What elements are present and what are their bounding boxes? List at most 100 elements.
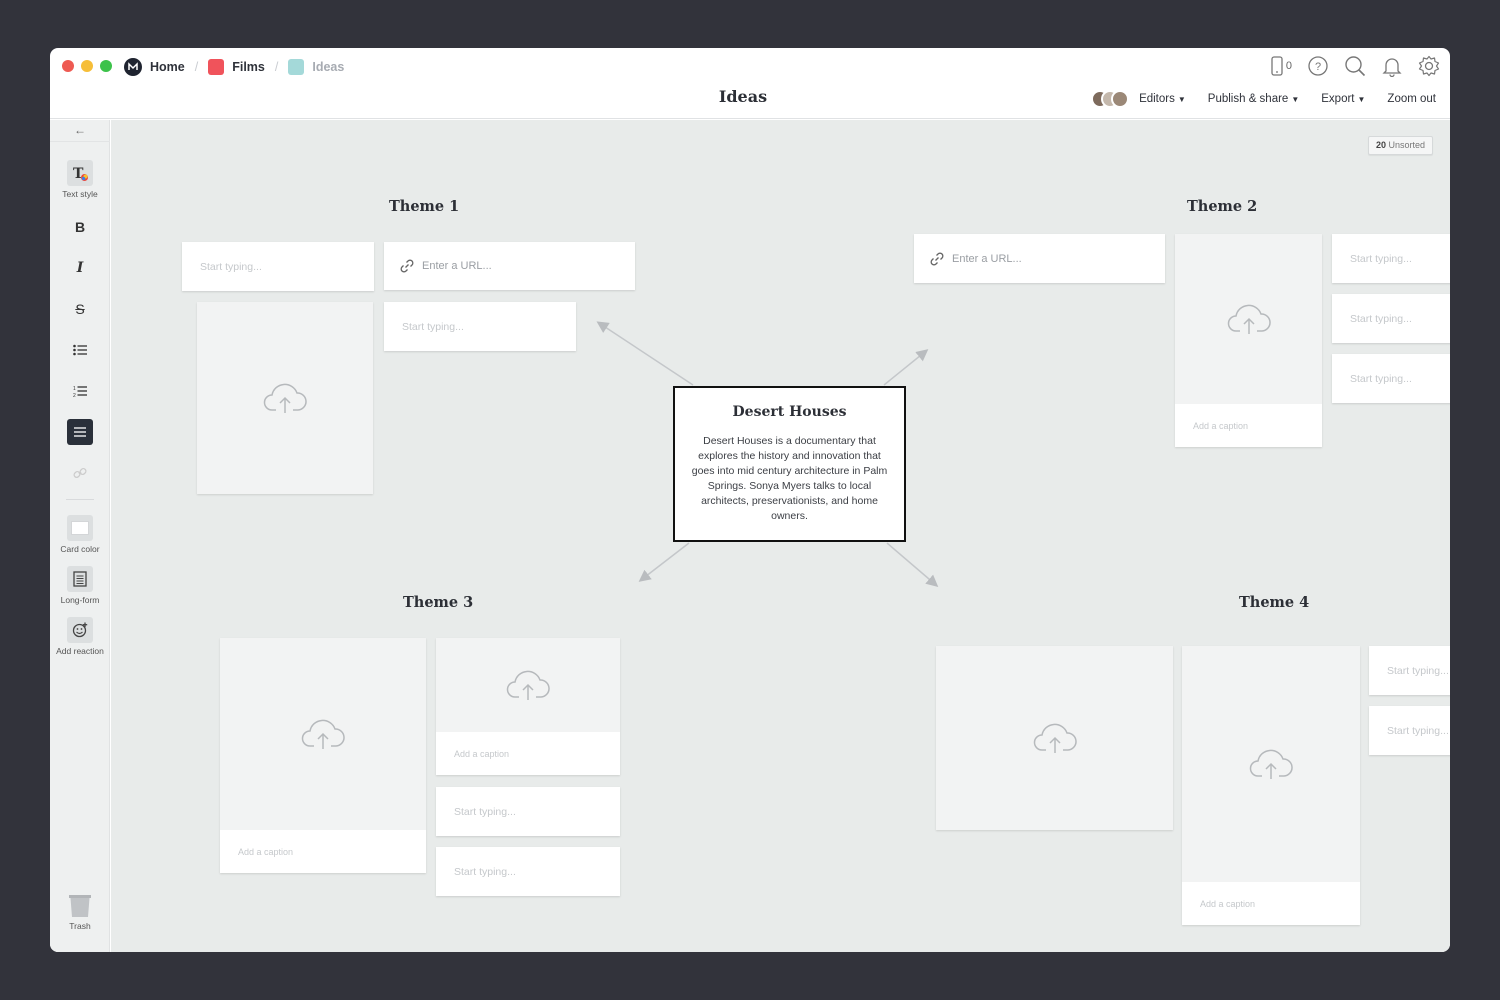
image-drop-area[interactable] <box>1175 234 1322 404</box>
numbered-list-tool[interactable]: 12 <box>50 378 110 404</box>
close-window-button[interactable] <box>62 60 74 72</box>
image-drop-area[interactable] <box>197 302 373 494</box>
bold-tool[interactable]: B <box>50 214 110 240</box>
breadcrumb-home[interactable]: Home <box>124 58 185 76</box>
header-actions: Editors ▼ Publish & share ▼ Export ▼ Zoom o… <box>1091 90 1436 108</box>
theme-1-title[interactable]: Theme 1 <box>389 198 459 215</box>
maximize-window-button[interactable] <box>100 60 112 72</box>
minimize-window-button[interactable] <box>81 60 93 72</box>
bullet-list-tool[interactable] <box>50 337 110 363</box>
card-title: Desert Houses <box>732 404 847 420</box>
theme-3-title[interactable]: Theme 3 <box>403 594 473 611</box>
svg-text:?: ? <box>1315 61 1321 73</box>
chevron-down-icon: ▼ <box>1357 95 1366 104</box>
image-upload-card[interactable] <box>197 302 373 494</box>
card-color-tool[interactable]: Card color <box>50 515 110 554</box>
image-drop-area[interactable] <box>220 638 426 830</box>
note-placeholder: Start typing... <box>1350 312 1412 325</box>
card-color-icon <box>67 515 93 541</box>
trash-button[interactable]: Trash <box>50 894 110 931</box>
cloud-upload-icon <box>1033 723 1077 753</box>
chevron-down-icon: ▼ <box>1177 95 1186 104</box>
text-style-tool[interactable]: T Text style <box>50 160 110 199</box>
note-placeholder: Start typing... <box>1350 252 1412 265</box>
board-canvas[interactable]: 20 Unsorted Theme 1 Start typing... Ente… <box>111 120 1450 952</box>
image-upload-card[interactable]: Add a caption <box>436 638 620 775</box>
connector-theme4 <box>886 542 939 587</box>
search-icon <box>1345 56 1366 77</box>
long-form-tool[interactable]: Long-form <box>50 566 110 605</box>
unsorted-badge[interactable]: 20 Unsorted <box>1367 136 1433 155</box>
add-reaction-label: Add reaction <box>56 646 104 656</box>
image-upload-card[interactable]: Add a caption <box>1182 646 1360 925</box>
note-placeholder: Start typing... <box>454 865 516 878</box>
caption-placeholder: Add a caption <box>238 846 294 857</box>
numbered-list-icon: 12 <box>67 378 93 404</box>
settings-button[interactable] <box>1418 55 1440 77</box>
export-label: Export <box>1321 93 1355 105</box>
cloud-upload-icon <box>506 670 550 700</box>
publish-share-dropdown[interactable]: Publish & share ▼ <box>1208 93 1299 105</box>
text-style-label: Text style <box>62 189 98 199</box>
strikethrough-tool[interactable]: S <box>50 296 110 322</box>
note-card[interactable]: Start typing... <box>436 787 620 836</box>
bell-icon <box>1382 58 1402 77</box>
note-card[interactable]: Start typing... <box>436 847 620 896</box>
help-button[interactable]: ? <box>1307 55 1329 77</box>
editors-dropdown[interactable]: Editors ▼ <box>1139 93 1186 105</box>
note-card[interactable]: Start typing... <box>1332 294 1450 343</box>
mobile-device-icon <box>1271 56 1283 76</box>
mobile-device-button[interactable]: 0 <box>1270 55 1292 77</box>
caption-placeholder: Add a caption <box>1200 898 1256 909</box>
emoji-add-icon <box>67 617 93 643</box>
cloud-upload-icon <box>263 383 307 413</box>
image-drop-area[interactable] <box>1182 646 1360 882</box>
image-drop-area[interactable] <box>436 638 620 732</box>
zoom-out-button[interactable]: Zoom out <box>1387 93 1436 105</box>
gear-icon <box>1418 55 1440 77</box>
image-upload-card[interactable]: Add a caption <box>1175 234 1322 447</box>
note-card[interactable]: Start typing... <box>1369 646 1450 695</box>
editor-avatars[interactable] <box>1091 90 1130 108</box>
text-style-icon: T <box>67 160 93 186</box>
caption-field[interactable]: Add a caption <box>1175 404 1322 447</box>
caption-placeholder: Add a caption <box>1193 420 1249 431</box>
note-card[interactable]: Start typing... <box>1332 234 1450 283</box>
collapse-sidebar-button[interactable]: ← <box>50 120 110 142</box>
note-card[interactable]: Start typing... <box>384 302 576 351</box>
note-placeholder: Start typing... <box>454 805 516 818</box>
note-card[interactable]: Start typing... <box>1369 706 1450 755</box>
chevron-down-icon: ▼ <box>1291 95 1300 104</box>
image-upload-card[interactable]: Add a caption <box>220 638 426 873</box>
link-icon <box>67 460 93 486</box>
breadcrumb: Home / Films / Ideas <box>124 57 344 77</box>
note-card[interactable]: Start typing... <box>1332 354 1450 403</box>
image-upload-card[interactable] <box>936 646 1173 830</box>
desert-houses-card[interactable]: Desert Houses Desert Houses is a documen… <box>673 386 906 542</box>
image-drop-area[interactable] <box>936 646 1173 830</box>
theme-4-title[interactable]: Theme 4 <box>1239 594 1309 611</box>
export-dropdown[interactable]: Export ▼ <box>1321 93 1365 105</box>
add-reaction-tool[interactable]: Add reaction <box>50 617 110 656</box>
italic-tool[interactable]: I <box>50 255 110 281</box>
link-card[interactable]: Enter a URL... <box>914 234 1165 283</box>
caption-field[interactable]: Add a caption <box>220 830 426 873</box>
url-placeholder: Enter a URL... <box>422 260 492 272</box>
note-card[interactable]: Start typing... <box>182 242 374 291</box>
caption-field[interactable]: Add a caption <box>1182 882 1360 925</box>
help-icon: ? <box>1308 56 1328 76</box>
breadcrumb-ideas[interactable]: Ideas <box>288 59 344 75</box>
theme-2-title[interactable]: Theme 2 <box>1187 198 1257 215</box>
top-icons: 0 ? <box>1270 55 1440 77</box>
caption-field[interactable]: Add a caption <box>436 732 620 775</box>
link-tool[interactable] <box>50 460 110 486</box>
notifications-button[interactable] <box>1381 55 1403 77</box>
note-placeholder: Start typing... <box>1387 664 1449 677</box>
breadcrumb-films[interactable]: Films <box>208 59 265 75</box>
align-tool[interactable] <box>50 419 110 445</box>
svg-text:2: 2 <box>73 393 76 398</box>
cloud-upload-icon <box>1249 749 1293 779</box>
link-card[interactable]: Enter a URL... <box>384 242 635 290</box>
board-header: Ideas Editors ▼ Publish & share ▼ Export ▼ … <box>50 84 1450 119</box>
search-button[interactable] <box>1344 55 1366 77</box>
